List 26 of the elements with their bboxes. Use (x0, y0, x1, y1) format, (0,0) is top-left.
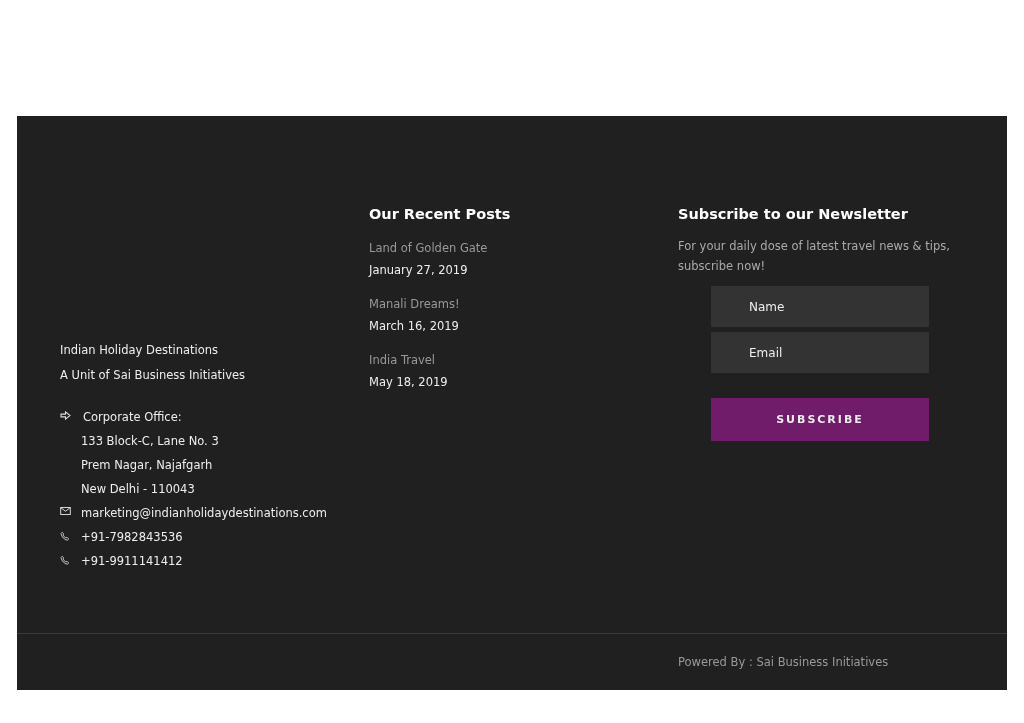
phone-icon (60, 555, 71, 565)
about-text: Indian Holiday Destinations (60, 342, 220, 359)
post-date: March 16, 2019 (369, 318, 460, 335)
post-title-link[interactable]: Manali Dreams! (369, 292, 678, 316)
phone-icon (60, 531, 71, 541)
powered-by-text: Powered By : Sai Business Initiatives (678, 655, 890, 669)
address-text: New Delhi - 110043 (81, 481, 196, 498)
input-field[interactable]: Name (711, 286, 929, 327)
arrow-icon (60, 411, 71, 420)
about-text: A Unit of Sai Business Initiatives (60, 366, 247, 384)
section-heading: Our Recent Posts (369, 206, 512, 222)
post-title-link[interactable]: Land of Golden Gate (369, 236, 678, 260)
envelope-icon (60, 507, 71, 515)
section-heading: Subscribe to our Newsletter (678, 206, 909, 222)
post-date: January 27, 2019 (369, 262, 469, 279)
post-date: May 18, 2019 (369, 374, 449, 391)
phone-link[interactable]: +91-9911141412 (81, 549, 183, 573)
input-field[interactable]: Email (711, 332, 929, 373)
address-text: 133 Block-C, Lane No. 3 (81, 433, 219, 450)
post-title-link[interactable]: India Travel (369, 348, 678, 372)
newsletter-text: For your daily dose of latest travel news & tips, subscribe now! (678, 238, 951, 275)
address-text: Prem Nagar, Najafgarh (81, 457, 214, 474)
subscribe-button[interactable]: SUBSCRIBE (711, 398, 929, 441)
phone-link[interactable]: +91-7982843536 (81, 525, 183, 549)
email-link[interactable]: marketing@indianholidaydestinations.com (81, 501, 327, 525)
address-text: Corporate Office: (83, 409, 183, 426)
